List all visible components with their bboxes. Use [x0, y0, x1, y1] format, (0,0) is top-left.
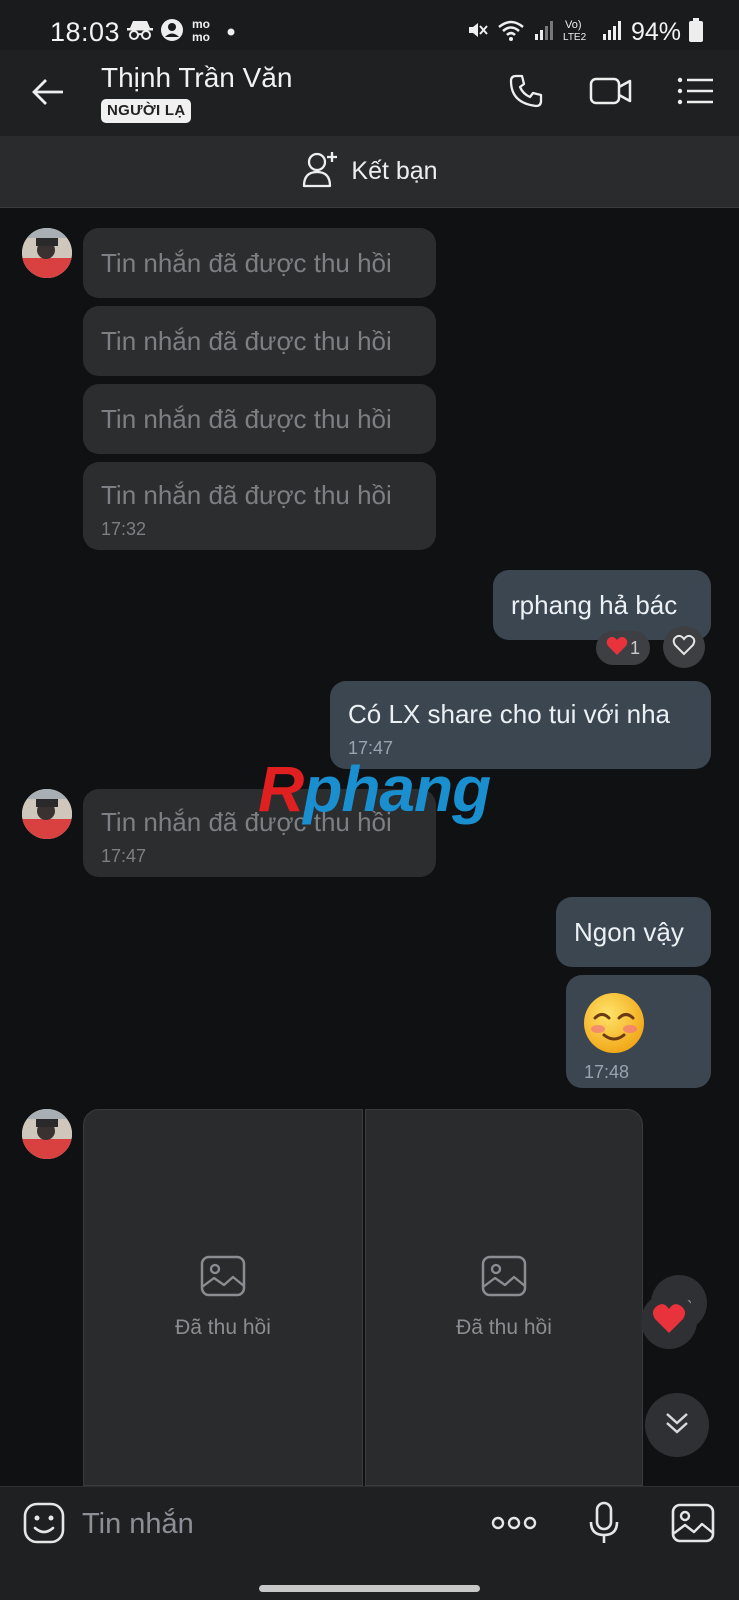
battery-percent: 94% — [630, 18, 681, 46]
heart-icon — [651, 1303, 687, 1340]
list-menu-icon — [677, 76, 715, 111]
recalled-message[interactable]: Tin nhắn đã được thu hồi 17:32 — [83, 462, 436, 550]
signal-icon — [533, 19, 555, 46]
recalled-message-text: Tin nhắn đã được thu hồi — [101, 403, 392, 434]
voice-call-button[interactable] — [501, 68, 551, 118]
message-time: 17:47 — [101, 846, 147, 866]
battery-icon — [689, 18, 703, 47]
recalled-message-text: Tin nhắn đã được thu hồi — [101, 480, 392, 510]
more-dots-icon — [491, 1516, 537, 1535]
image-icon — [671, 1503, 715, 1548]
chat-header: Thịnh Trần Văn NGƯỜI LẠ — [0, 50, 739, 136]
chat-screen: 18:03 mo mo Vo) LTE2 94% Thịnh Trần Văn … — [0, 0, 739, 1600]
heart-outline-icon — [672, 634, 696, 661]
double-chevron-down-icon — [664, 1411, 690, 1440]
outgoing-message-text: Có LX share cho tui với nha — [348, 699, 671, 729]
react-button[interactable] — [663, 626, 705, 668]
emoji-face-icon — [23, 1502, 65, 1549]
message-time: 17:32 — [101, 519, 147, 539]
contact-avatar[interactable] — [22, 228, 72, 278]
image-icon — [200, 1255, 246, 1302]
outgoing-message-text: Ngon vậy — [574, 916, 684, 947]
contact-avatar[interactable] — [22, 1109, 72, 1159]
status-time: 18:03 — [50, 17, 121, 47]
status-bar: 18:03 mo mo Vo) LTE2 94% — [0, 0, 739, 50]
outgoing-message[interactable]: Ngon vậy — [556, 897, 711, 967]
dot-icon — [226, 24, 236, 42]
phone-icon — [508, 73, 544, 114]
message-input[interactable] — [82, 1503, 462, 1545]
reaction-count: 1 — [630, 637, 641, 658]
recalled-image[interactable]: Đã thu hồi — [365, 1109, 643, 1486]
account-circle-icon — [160, 18, 184, 47]
wifi-icon — [497, 18, 525, 47]
recalled-image-label: Đã thu hồi — [456, 1316, 552, 1339]
video-call-button[interactable] — [586, 68, 636, 118]
add-friend-button[interactable]: Kết bạn — [0, 136, 739, 208]
scroll-to-bottom-button[interactable] — [645, 1393, 709, 1457]
recalled-image[interactable]: Đã thu hồi — [83, 1109, 363, 1486]
sticker-button[interactable] — [20, 1501, 68, 1549]
recalled-message-text: Tin nhắn đã được thu hồi — [101, 247, 392, 278]
watermark-logo: Rphang — [258, 753, 491, 825]
stranger-badge: NGƯỜI LẠ — [101, 99, 192, 123]
contact-avatar[interactable] — [22, 789, 72, 839]
momo-icon: mo mo — [191, 17, 219, 48]
arrow-left-icon — [31, 77, 65, 112]
add-friend-label: Kết bạn — [351, 157, 438, 185]
svg-text:Vo): Vo) — [565, 19, 582, 31]
recalled-message[interactable]: Tin nhắn đã được thu hồi — [83, 228, 436, 298]
heart-reaction-icon — [606, 636, 628, 661]
signal-icon — [601, 19, 623, 46]
quick-heart-reaction-button[interactable] — [641, 1293, 697, 1349]
send-image-button[interactable] — [669, 1501, 717, 1549]
recalled-message-text: Tin nhắn đã được thu hồi — [101, 325, 392, 356]
reaction-summary[interactable]: 1 — [596, 631, 650, 665]
recalled-image-label: Đã thu hồi — [175, 1316, 271, 1339]
blushing-smile-emoji — [582, 991, 693, 1060]
outgoing-sticker-message[interactable]: 17:48 — [566, 975, 711, 1088]
chat-options-button[interactable] — [671, 68, 721, 118]
recalled-message[interactable]: Tin nhắn đã được thu hồi — [83, 306, 436, 376]
incognito-icon — [127, 19, 153, 46]
contact-name[interactable]: Thịnh Trần Văn — [101, 62, 292, 94]
svg-text:mo: mo — [192, 30, 210, 43]
volte-icon: Vo) LTE2 — [563, 17, 593, 48]
voice-message-button[interactable] — [580, 1501, 628, 1549]
back-button[interactable] — [24, 70, 72, 118]
more-options-button[interactable] — [490, 1501, 538, 1549]
microphone-icon — [588, 1501, 620, 1550]
video-camera-icon — [589, 75, 633, 112]
home-indicator[interactable] — [259, 1585, 480, 1592]
svg-text:LTE2: LTE2 — [563, 32, 587, 43]
svg-text:mo: mo — [192, 17, 210, 31]
outgoing-message-text: rphang hả bác — [511, 589, 678, 620]
add-person-icon — [301, 149, 341, 194]
mute-vibrate-icon — [465, 18, 489, 47]
image-icon — [481, 1255, 527, 1302]
message-composer — [0, 1486, 739, 1600]
message-time: 17:48 — [584, 1062, 630, 1082]
recalled-message[interactable]: Tin nhắn đã được thu hồi — [83, 384, 436, 454]
